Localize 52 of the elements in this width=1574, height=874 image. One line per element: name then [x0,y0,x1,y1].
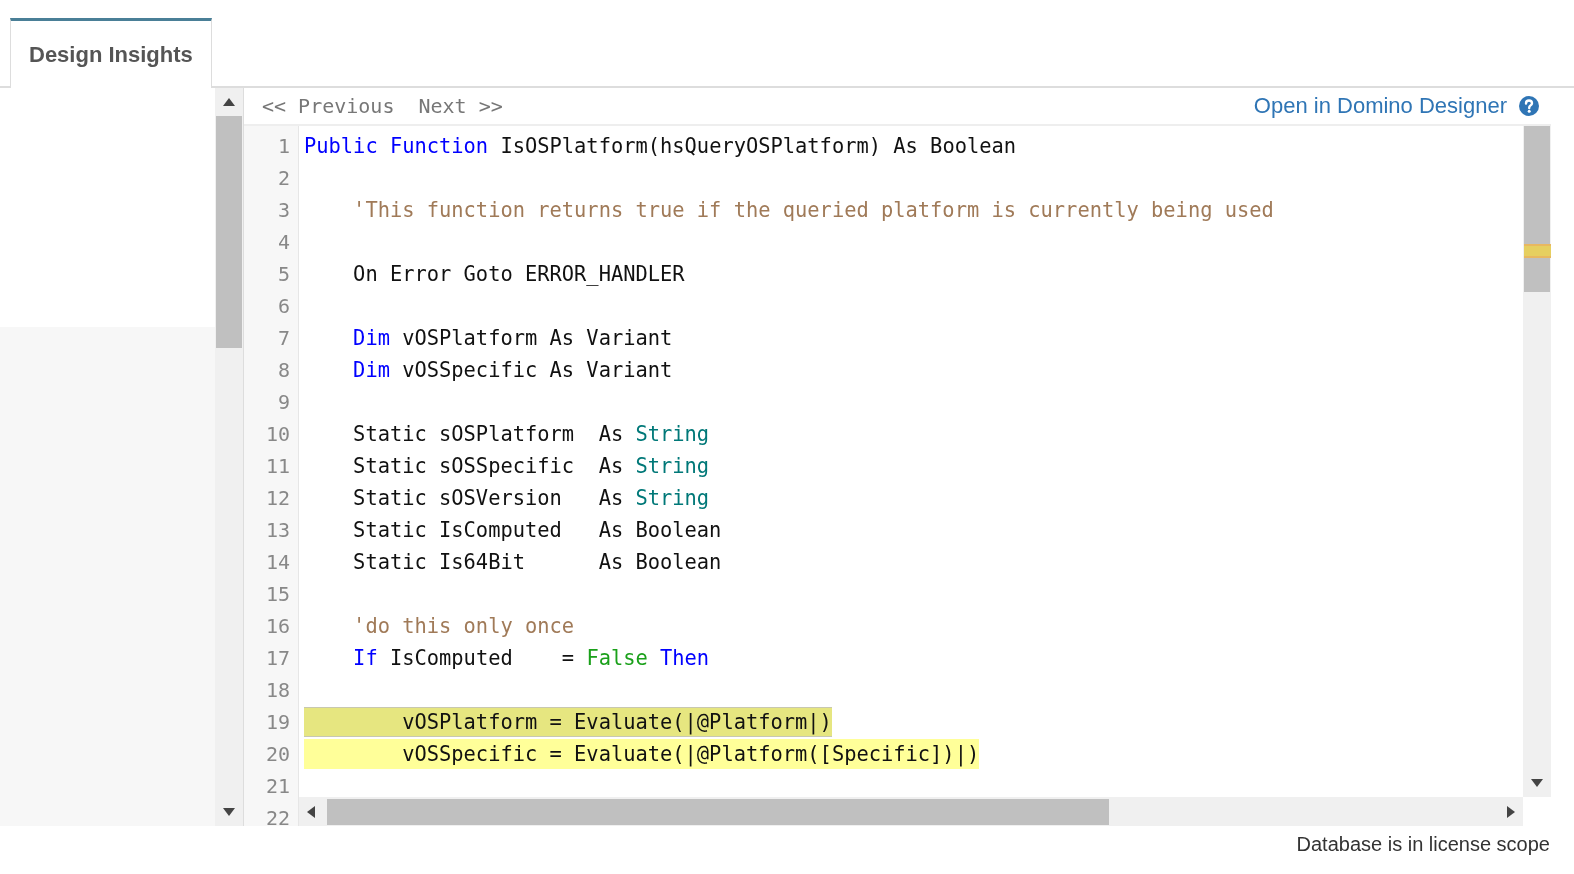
status-text: Database is in license scope [1296,833,1550,856]
line-number: 18 [264,677,291,704]
code-line: If IsComputed = False Then [352,645,710,672]
line-number: 14 [264,549,291,576]
scrollbar[interactable] [215,88,243,826]
code-line: Dim vOSSpecific As Variant [352,357,673,384]
scrollbar-thumb[interactable] [216,116,242,348]
line-number: 4 [276,229,291,256]
code-line: Static sOSSpecific As String [352,453,710,480]
line-number: 11 [264,453,291,480]
line-number: 21 [264,773,291,800]
scroll-down-icon[interactable] [1531,779,1543,787]
line-number: 15 [264,581,291,608]
line-number: 13 [264,517,291,544]
code-line: Static sOSVersion As String [352,485,710,512]
code-line: 'This function returns true if the queried platform is currently being used [352,197,1274,224]
code-line: Static IsComputed As Boolean [352,517,722,544]
code-line: Static Is64Bit As Boolean [352,549,722,576]
scrollbar[interactable] [299,797,1523,826]
line-number: 10 [264,421,291,448]
line-number: 9 [276,389,291,416]
scrollbar-thumb[interactable] [1524,126,1550,292]
scroll-left-icon[interactable] [307,805,315,818]
code-line: Static sOSPlatform As String [352,421,710,448]
scroll-up-icon[interactable] [223,98,235,106]
code-line: 'do this only once [352,613,575,640]
code-line: On Error Goto ERROR_HANDLER [352,261,685,288]
previous-button[interactable]: << Previous [262,94,395,118]
line-number: 2 [276,165,291,192]
line-number: 7 [276,325,291,352]
line-number: 17 [264,645,291,672]
scroll-down-icon[interactable] [223,808,235,816]
line-number: 3 [276,197,291,224]
code-line: Dim vOSPlatform As Variant [352,325,673,352]
scroll-right-icon[interactable] [1507,805,1515,818]
scrollbar[interactable] [1523,126,1551,797]
line-number: 5 [276,261,291,288]
line-number: 22 [264,805,291,826]
next-button[interactable]: Next >> [418,94,503,118]
line-number: 12 [264,485,291,512]
line-number: 1 [276,133,291,160]
help-icon[interactable] [1519,96,1539,116]
search-marker [1524,244,1551,258]
open-designer-link[interactable]: Open in Domino Designer [1253,93,1507,119]
scrollbar-thumb[interactable] [327,798,1109,825]
line-number: 19 [264,709,291,736]
line-number: 16 [264,613,291,640]
tab[interactable]: Design Insights [10,18,212,88]
line-number: 8 [276,357,291,384]
line-number: 6 [276,293,291,320]
code-line: Public Function IsOSPlatform(hsQueryOSPlatform) As Boolean [304,133,1017,160]
line-number: 20 [264,741,291,768]
